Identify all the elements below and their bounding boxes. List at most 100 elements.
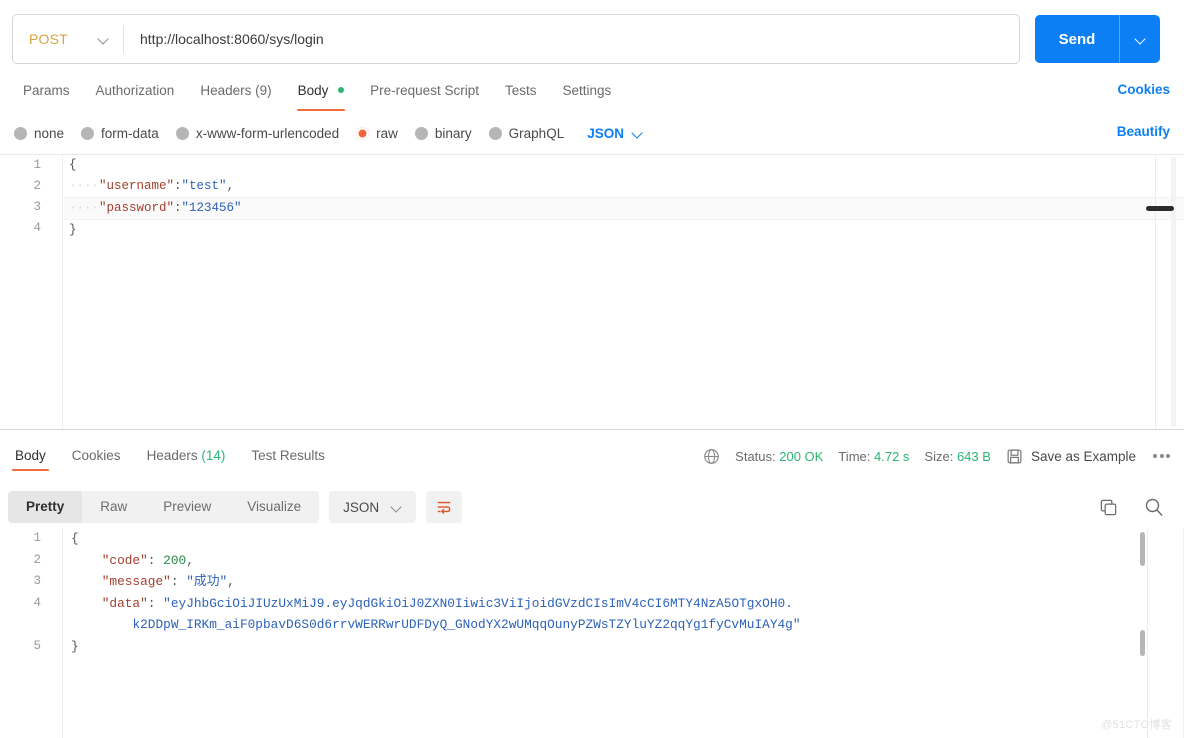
body-type-raw[interactable]: raw [356,126,398,141]
http-method-dropdown[interactable]: POST [13,15,123,63]
tab-label: Test Results [251,448,325,463]
response-more-options-button[interactable] [1151,454,1172,458]
request-code-area[interactable]: { ····"username":"test", ····"password":… [62,155,1184,429]
status-label: Status: 200 OK [735,449,823,464]
body-type-graphql[interactable]: GraphQL [488,125,565,141]
line-number: 1 [33,531,41,545]
tab-label: Authorization [95,83,175,98]
response-tab-cookies[interactable]: Cookies [59,433,134,479]
radio-selected-icon [356,126,370,140]
save-as-example-button[interactable]: Save as Example [1006,448,1136,465]
size-text: Size: [924,448,954,464]
headers-count: (14) [201,448,226,463]
option-label: raw [376,125,398,141]
time-label: Time: 4.72 s [838,449,909,464]
response-toolbar: Pretty Raw Preview Visualize JSON [0,484,1184,530]
request-url-input[interactable] [124,16,1019,62]
http-method-label: POST [29,31,68,47]
tab-tests[interactable]: Tests [492,74,550,108]
save-as-example-label: Save as Example [1030,448,1136,464]
radio-icon [175,126,189,140]
request-editor-scrollbar[interactable] [1171,157,1176,427]
tab-settings[interactable]: Settings [549,74,624,108]
line-number: 2 [33,552,41,567]
view-mode-visualize[interactable]: Visualize [229,491,319,523]
code-line: { [69,158,77,172]
view-mode-preview[interactable]: Preview [145,491,229,523]
send-options-dropdown[interactable] [1120,15,1160,63]
globe-icon[interactable] [703,448,720,465]
body-type-options: none form-data x-www-form-urlencoded raw… [0,118,1184,148]
watermark: @51CTO博客 [1101,719,1172,731]
line-number: 1 [33,158,41,172]
tab-headers[interactable]: Headers (9) [187,74,284,108]
view-mode-raw[interactable]: Raw [82,491,145,523]
code-line: { [71,531,79,546]
body-type-form-data[interactable]: form-data [81,126,159,141]
url-input-group: POST [12,14,1020,64]
copy-icon[interactable] [1099,498,1118,517]
json-value-code: 200 [163,552,187,568]
raw-format-label: JSON [587,125,624,141]
divider [1155,155,1156,429]
tab-label: Params [23,83,70,98]
code-line: "code": 200, [101,552,194,568]
radio-icon [81,126,95,140]
status-text: Status: [735,448,776,464]
response-meta-bar: Status: 200 OK Time: 4.72 s Size: 643 B … [703,432,1172,480]
body-type-none[interactable]: none [14,126,64,141]
dot-icon [1153,454,1157,458]
request-line-numbers: 1 2 3 4 [0,155,60,429]
response-scrollbar-thumb-secondary[interactable] [1140,630,1145,656]
size-value: 643 B [956,448,991,464]
code-line: ····"username":"test", [69,179,235,193]
request-body-editor[interactable]: 1 2 3 4 { ····"username":"test", ····"pa… [0,154,1184,430]
request-url-bar: POST Send [0,0,1184,78]
option-label: binary [434,125,472,141]
response-body-viewer[interactable]: 1 2 3 4 5 { "code": 200, "message": "成功"… [0,528,1184,738]
cookies-link[interactable]: Cookies [1117,82,1170,97]
response-line-numbers: 1 2 3 4 5 [0,528,60,738]
line-number: 3 [33,200,41,214]
option-label: form-data [101,125,159,141]
tab-params[interactable]: Params [10,74,83,108]
line-number: 5 [33,638,41,653]
body-type-binary[interactable]: binary [414,125,472,141]
chevron-down-icon [391,502,402,513]
request-editor-horizontal-scrollbar[interactable] [1146,206,1174,211]
response-code-area: { "code": 200, "message": "成功", "data": … [62,528,1184,738]
tab-pre-request-script[interactable]: Pre-request Script [357,74,492,108]
response-tab-body[interactable]: Body [2,433,59,479]
send-button-group: Send [1035,15,1160,63]
tab-authorization[interactable]: Authorization [83,74,188,108]
send-button[interactable]: Send [1035,15,1119,63]
response-view-modes: Pretty Raw Preview Visualize [8,491,320,523]
time-text: Time: [838,448,871,464]
tab-label: Settings [562,83,612,98]
tab-label: Body [297,83,329,98]
option-label: none [34,125,65,141]
response-format-dropdown[interactable]: JSON [329,491,417,523]
divider [1147,528,1148,738]
chevron-down-icon [1135,34,1146,45]
body-type-urlencoded[interactable]: x-www-form-urlencoded [175,126,339,141]
code-line: ····"password":"123456" [63,197,1184,220]
option-label: GraphQL [508,125,565,141]
body-modified-dot-icon [338,87,345,93]
view-mode-pretty[interactable]: Pretty [8,491,83,523]
json-value-data-part1: eyJhbGciOiJIUzUxMiJ9.eyJqdGkiOiJ0ZXN0Iiw… [170,595,793,611]
response-tab-headers[interactable]: Headers (14) [134,433,239,479]
word-wrap-button[interactable] [426,491,463,523]
size-label: Size: 643 B [924,449,991,464]
search-icon[interactable] [1144,497,1164,517]
response-tab-test-results[interactable]: Test Results [238,433,338,479]
chevron-down-icon [632,128,643,139]
json-value-data-part2: k2DDpW_IRKm_aiF0pbavD6S0d6rrvWERRwrUDFDy… [132,617,793,632]
raw-format-dropdown[interactable]: JSON [587,126,643,141]
word-wrap-icon [437,501,451,515]
response-scrollbar-thumb[interactable] [1140,532,1145,566]
radio-icon [488,126,502,140]
tab-body[interactable]: Body [285,74,358,111]
code-line: } [71,638,79,654]
line-number: 4 [33,595,41,610]
